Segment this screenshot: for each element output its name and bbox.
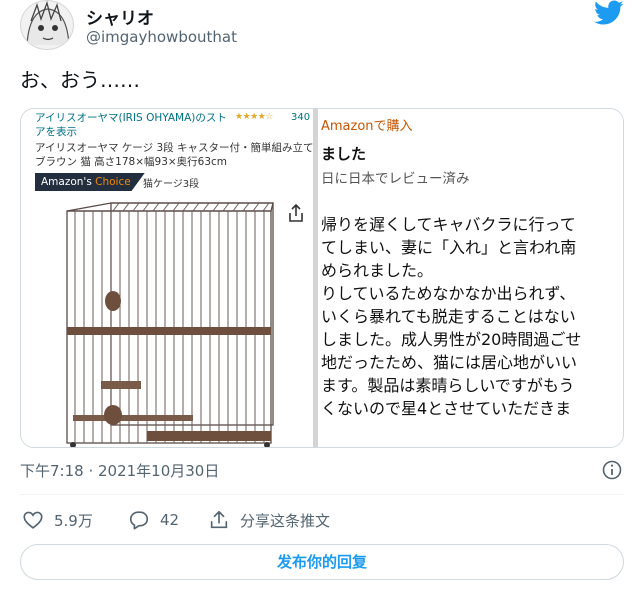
share-icon: [210, 510, 228, 529]
speech-bubble-icon: [129, 511, 149, 530]
review-meta: 日に日本でレビュー済み: [321, 171, 470, 187]
review-line: 帰りを遅くしてキャバクラに行って: [321, 215, 576, 234]
badge-category: 猫ケージ3段: [143, 179, 200, 190]
review-title: ました: [321, 145, 367, 163]
share-label: 分享这条推文: [240, 511, 331, 530]
badge-highlight: Choice: [95, 176, 131, 188]
rating-count: 340: [291, 112, 311, 123]
review-line: いくら暴れても脱走することはない: [321, 307, 576, 326]
product-title: アイリスオーヤマ ケージ 3段 キャスター付・簡単組み立て ブラウン 猫 高さ1…: [35, 142, 314, 168]
cat-cage-photo: [66, 202, 274, 447]
twitter-bird-icon[interactable]: [594, 0, 624, 26]
like-button[interactable]: 5.9万: [22, 508, 93, 532]
store-link: アイリスオーヤマ(IRIS OHYAMA)のストアを表示: [35, 112, 227, 138]
avatar[interactable]: [20, 0, 74, 50]
amazon-review-panel: Amazonで購入 ました 日に日本でレビュー済み 帰りを遅くしてキャバクラに行…: [318, 109, 623, 447]
review-body: 帰りを遅くしてキャバクラに行って てしまい、妻に「入れ」と言われ南 められました…: [321, 213, 623, 420]
info-icon[interactable]: [602, 460, 622, 480]
display-name[interactable]: シャリオ: [86, 4, 154, 29]
review-line: りしているためなかなか出られず、: [321, 284, 576, 303]
amazon-product-panel: アイリスオーヤマ(IRIS OHYAMA)のストアを表示 ★★★★☆ 340 ア…: [21, 109, 317, 447]
share-button[interactable]: 分享这条推文: [208, 508, 330, 532]
buy-on-amazon-link: Amazonで購入: [321, 119, 413, 134]
reply-count: 42: [160, 511, 180, 529]
tweet-text: お、おう……: [20, 68, 140, 92]
like-count: 5.9万: [54, 511, 93, 530]
reply-cta-button[interactable]: 发布你的回复: [20, 544, 624, 580]
review-line: てしまい、妻に「入れ」と言われ南: [321, 238, 577, 257]
tweet-image[interactable]: アイリスオーヤマ(IRIS OHYAMA)のストアを表示 ★★★★☆ 340 ア…: [20, 108, 624, 448]
badge-prefix: Amazon's: [41, 176, 96, 188]
review-line: しました。成人男性が20時間過ごせ: [321, 330, 582, 349]
user-handle[interactable]: @imgayhowbouthat: [86, 28, 237, 46]
review-line: くないので星4とさせていただきま: [321, 399, 572, 418]
review-line: 地だったため、猫には居心地がいい: [321, 353, 578, 372]
tweet-card: シャリオ @imgayhowbouthat お、おう…… アイリスオーヤマ(IR…: [0, 0, 640, 599]
amazons-choice-badge: Amazon's Choice: [35, 173, 145, 191]
tweet-timestamp[interactable]: 下午7:18 · 2021年10月30日: [20, 460, 219, 481]
divider: [20, 494, 624, 495]
reply-button[interactable]: 42: [128, 508, 179, 532]
review-line: ます。製品は素晴らしいですがもう: [321, 376, 575, 395]
rating-stars: ★★★★☆: [235, 112, 273, 122]
share-icon[interactable]: [287, 203, 305, 223]
heart-icon: [23, 511, 43, 529]
review-line: められました。: [321, 261, 434, 280]
